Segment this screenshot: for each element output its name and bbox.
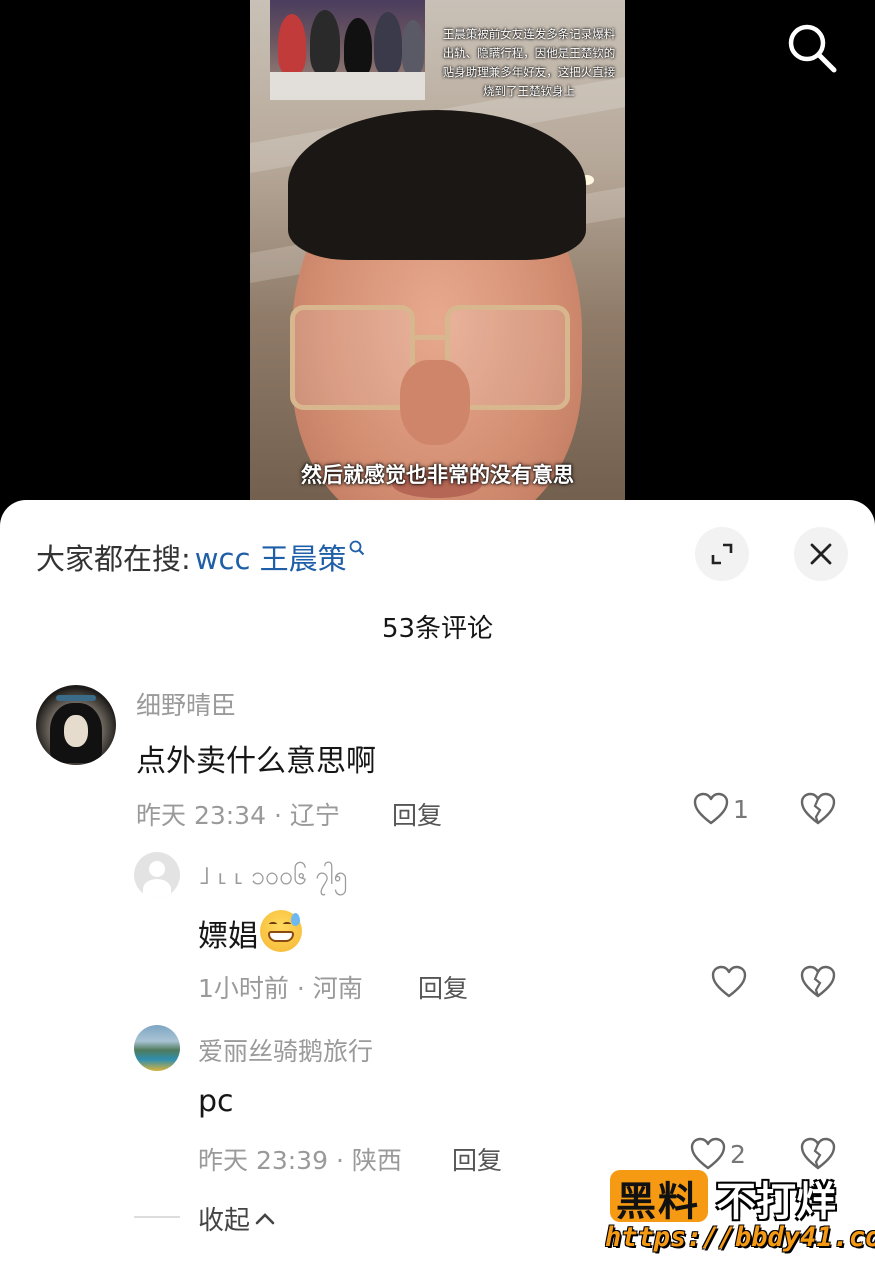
search-suggestion-prefix: 大家都在搜: bbox=[36, 542, 191, 576]
heart-icon bbox=[690, 1137, 726, 1170]
comment-text-content: 嫖娼 bbox=[198, 919, 258, 954]
avatar[interactable] bbox=[134, 1025, 180, 1071]
comment-meta: 昨天 23:34 · 辽宁 bbox=[136, 801, 340, 830]
comment-sheet: 大家都在搜: wcc 王晨策 53条评论 细野晴臣 点外卖什么意思啊 昨天 23… bbox=[0, 500, 875, 1280]
small-search-icon bbox=[349, 540, 365, 560]
like-count: 1 bbox=[733, 794, 749, 824]
glasses-left-lens bbox=[290, 305, 415, 410]
comment-meta: 昨天 23:39 · 陕西 bbox=[198, 1146, 402, 1175]
broken-heart-icon bbox=[800, 792, 836, 825]
reply-button[interactable]: 回复 bbox=[452, 1141, 502, 1177]
watermark-logo: 黑料 不打烊 https://bbdy41.com bbox=[605, 1167, 875, 1267]
heart-icon bbox=[711, 965, 747, 998]
watermark-black-text: 黑料 bbox=[616, 1179, 700, 1225]
video-person-nose bbox=[400, 360, 470, 445]
comment-text[interactable]: pc bbox=[198, 1084, 234, 1119]
dislike-button[interactable] bbox=[800, 792, 836, 830]
avatar[interactable] bbox=[36, 685, 116, 765]
avatar[interactable] bbox=[134, 852, 180, 898]
close-icon bbox=[810, 543, 832, 565]
glasses-bridge bbox=[415, 335, 445, 340]
comment-username[interactable]: 爱丽丝骑鹅旅行 bbox=[198, 1032, 373, 1068]
like-button[interactable]: 1 bbox=[693, 792, 749, 826]
expand-button[interactable] bbox=[695, 527, 749, 581]
broken-heart-icon bbox=[800, 965, 836, 998]
search-suggestion-keyword[interactable]: wcc 王晨策 bbox=[195, 536, 347, 578]
like-button[interactable]: 2 bbox=[690, 1137, 746, 1171]
chevron-up-icon bbox=[255, 1212, 275, 1224]
video-person-hair bbox=[288, 110, 586, 260]
inset-group-photo bbox=[270, 0, 425, 100]
collapse-label: 收起 bbox=[198, 1206, 251, 1236]
video-subtitle: 然后就感觉也非常的没有意思 bbox=[301, 463, 574, 487]
comment-count: 53条评论 bbox=[381, 614, 494, 644]
video-caption: 王晨策被前女友连发多条记录爆料出轨、隐瞒行程，因他是王楚钦的贴身助理兼多年好友，… bbox=[442, 27, 616, 98]
close-button[interactable] bbox=[794, 527, 848, 581]
like-count: 2 bbox=[730, 1139, 746, 1169]
reply-button[interactable]: 回复 bbox=[418, 969, 468, 1005]
comment-username[interactable]: 细野晴臣 bbox=[136, 686, 236, 722]
broken-heart-icon bbox=[800, 1137, 836, 1170]
watermark-white-text: 不打烊 bbox=[716, 1179, 836, 1225]
dislike-button[interactable] bbox=[800, 965, 836, 1003]
search-icon[interactable] bbox=[786, 22, 838, 74]
expand-icon bbox=[711, 543, 733, 565]
comment-text[interactable]: 嫖娼 bbox=[198, 910, 302, 955]
comment-meta: 1小时前 · 河南 bbox=[198, 974, 363, 1003]
search-suggestion[interactable]: 大家都在搜: wcc 王晨策 bbox=[36, 536, 365, 578]
comment-username[interactable]: ˩ ˪ ˪ ၁၀၀၆ ၇ါ၅ bbox=[198, 860, 347, 897]
watermark-url: https://bbdy41.com bbox=[605, 1222, 875, 1253]
heart-icon bbox=[693, 792, 729, 825]
grinning-sweat-emoji bbox=[260, 910, 302, 952]
like-button[interactable] bbox=[711, 965, 751, 999]
collapse-button[interactable]: 收起 bbox=[198, 1200, 276, 1237]
reply-button[interactable]: 回复 bbox=[392, 796, 442, 832]
comment-text[interactable]: 点外卖什么意思啊 bbox=[136, 736, 376, 780]
video-player[interactable]: 王晨策被前女友连发多条记录爆料出轨、隐瞒行程，因他是王楚钦的贴身助理兼多年好友，… bbox=[250, 0, 625, 530]
collapse-divider bbox=[134, 1216, 180, 1218]
